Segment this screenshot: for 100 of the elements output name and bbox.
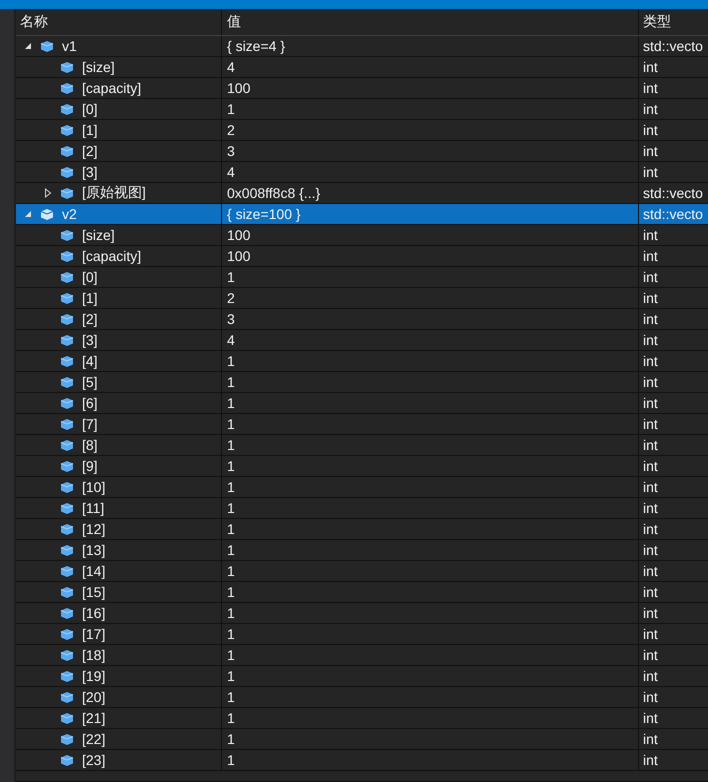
variable-name: [3] <box>82 332 98 348</box>
variable-value: 1 <box>227 416 235 432</box>
cube-icon <box>60 418 74 430</box>
variable-name: [1] <box>82 122 98 138</box>
tree-row[interactable]: [9] 1 int <box>16 456 708 477</box>
tree-row[interactable]: [13] 1 int <box>16 540 708 561</box>
tree-row[interactable]: [21] 1 int <box>16 708 708 729</box>
variable-value: 4 <box>227 164 235 180</box>
variable-type: int <box>643 101 658 117</box>
variable-name: [1] <box>82 290 98 306</box>
tree-row[interactable]: [7] 1 int <box>16 414 708 435</box>
variable-type: int <box>643 647 658 663</box>
tree-row[interactable]: [10] 1 int <box>16 477 708 498</box>
cube-icon <box>60 60 74 74</box>
variable-value: 100 <box>227 227 250 243</box>
variable-type: int <box>643 689 658 705</box>
tree-row[interactable]: [17] 1 int <box>16 624 708 645</box>
tree-row[interactable]: [size] 100 int <box>16 225 708 246</box>
column-header[interactable]: 值 <box>227 13 241 31</box>
tree-row[interactable]: v1 { size=4 } std::vecto <box>16 36 708 57</box>
variable-value: 3 <box>227 143 235 159</box>
variable-type: int <box>643 731 658 747</box>
tree-row[interactable]: [capacity] 100 int <box>16 246 708 267</box>
tree-row[interactable]: [18] 1 int <box>16 645 708 666</box>
cube-icon <box>60 564 74 578</box>
tree-row[interactable]: [2] 3 int <box>16 141 708 162</box>
variable-name: [22] <box>82 731 106 747</box>
variable-type: int <box>643 290 658 306</box>
cube-icon <box>60 606 74 620</box>
variable-type: int <box>643 143 658 159</box>
variable-type: int <box>643 500 658 516</box>
cube-icon <box>40 208 54 220</box>
column-header[interactable]: 名称 <box>20 13 48 31</box>
collapsed-arrow-icon[interactable] <box>44 188 52 198</box>
variable-value: 1 <box>227 647 235 663</box>
variable-type: int <box>643 584 658 600</box>
cube-icon <box>60 544 74 556</box>
tree-row[interactable]: [16] 1 int <box>16 603 708 624</box>
variable-value: 100 <box>227 248 250 264</box>
expanded-arrow-icon[interactable] <box>24 42 32 50</box>
variable-value: 1 <box>227 500 235 516</box>
tree-row[interactable]: [0] 1 int <box>16 267 708 288</box>
tree-row[interactable]: [14] 1 int <box>16 561 708 582</box>
variable-name: [10] <box>82 479 106 495</box>
variable-value: 1 <box>227 395 235 411</box>
variable-name: [0] <box>82 101 98 117</box>
variable-type: int <box>643 668 658 684</box>
column-header[interactable]: 类型 <box>643 13 671 31</box>
variable-type: int <box>643 122 658 138</box>
tree-row[interactable]: [3] 4 int <box>16 330 708 351</box>
tree-row[interactable]: [1] 2 int <box>16 120 708 141</box>
variable-name: [capacity] <box>82 248 142 264</box>
variable-type: int <box>643 164 658 180</box>
variable-name: [18] <box>82 647 106 663</box>
cube-icon <box>60 690 74 704</box>
tree-row[interactable]: [1] 2 int <box>16 288 708 309</box>
variable-name: [size] <box>82 227 115 243</box>
cube-icon <box>60 522 74 536</box>
variable-name: v1 <box>62 38 77 54</box>
variable-type: std::vecto <box>643 185 703 201</box>
tree-row[interactable]: [15] 1 int <box>16 582 708 603</box>
tree-row[interactable]: [12] 1 int <box>16 519 708 540</box>
variable-name: [17] <box>82 626 106 642</box>
variable-type: int <box>643 227 658 243</box>
tree-row[interactable]: [20] 1 int <box>16 687 708 708</box>
cube-icon <box>60 480 74 494</box>
variable-name: [19] <box>82 668 106 684</box>
tree-row[interactable]: [6] 1 int <box>16 393 708 414</box>
cube-icon <box>60 82 74 94</box>
variable-name: [16] <box>82 605 106 621</box>
tree-row[interactable]: [size] 4 int <box>16 57 708 78</box>
variable-type: int <box>643 59 658 75</box>
tree-row[interactable]: [capacity] 100 int <box>16 78 708 99</box>
tree-row[interactable]: [2] 3 int <box>16 309 708 330</box>
cube-icon <box>60 292 74 304</box>
variable-name: [5] <box>82 374 98 390</box>
tree-row[interactable]: [11] 1 int <box>16 498 708 519</box>
variable-name: [0] <box>82 269 98 285</box>
variable-type: int <box>643 437 658 453</box>
variable-name: [8] <box>82 437 98 453</box>
variable-type: std::vecto <box>643 38 703 54</box>
variable-value: 1 <box>227 521 235 537</box>
cube-icon <box>60 754 74 766</box>
cube-icon <box>60 334 74 346</box>
variable-type: int <box>643 374 658 390</box>
variable-name: [2] <box>82 311 98 327</box>
variable-name: v2 <box>62 206 77 222</box>
tree-row[interactable]: [22] 1 int <box>16 729 708 750</box>
tree-row[interactable]: v2 { size=100 } std::vecto <box>16 204 708 225</box>
tree-row[interactable]: [8] 1 int <box>16 435 708 456</box>
variable-value: 1 <box>227 752 235 768</box>
tree-row[interactable]: [0] 1 int <box>16 99 708 120</box>
tree-row[interactable]: [5] 1 int <box>16 372 708 393</box>
tree-row[interactable]: [23] 1 int <box>16 750 708 771</box>
variable-value: 1 <box>227 668 235 684</box>
tree-row[interactable]: [19] 1 int <box>16 666 708 687</box>
variable-name: [9] <box>82 458 98 474</box>
variable-name: [原始视图] <box>82 184 146 202</box>
tree-row[interactable]: [4] 1 int <box>16 351 708 372</box>
tree-row[interactable]: [3] 4 int <box>16 162 708 183</box>
